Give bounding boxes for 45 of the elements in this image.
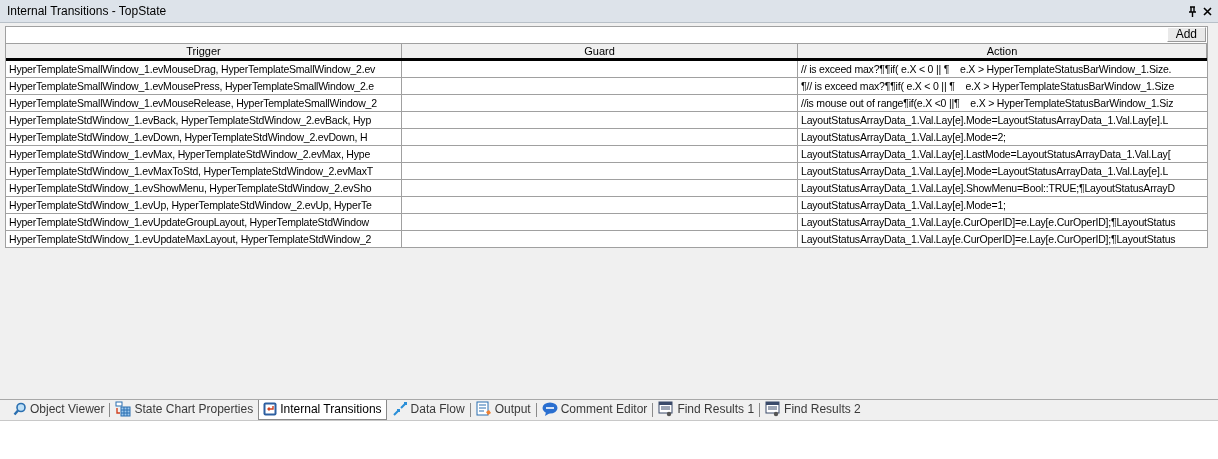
column-header[interactable]: Trigger — [6, 44, 402, 58]
tab[interactable]: Find Results 2 — [760, 399, 866, 420]
tab[interactable]: Internal Transitions — [258, 399, 387, 420]
table-cell: HyperTemplateStdWindow_1.evUp, HyperTemplateStdWindow_2.evUp, HyperTe — [6, 197, 402, 213]
table-cell-text: ¶// is exceed max?¶¶if( e.X < 0 || ¶ e.X > HyperTemplateStatusBarWindow_1.Size — [800, 79, 1176, 94]
table-cell-text: LayoutStatusArrayData_1.Val.Lay[e.CurOperID]=e.Lay[e.CurOperID];¶LayoutStatus — [800, 215, 1177, 230]
table-cell: HyperTemplateSmallWindow_1.evMousePress, HyperTemplateSmallWindow_2.e — [6, 78, 402, 94]
table-cell-text: LayoutStatusArrayData_1.Val.Lay[e].Mode=2; — [800, 130, 1007, 145]
window-icon — [765, 401, 782, 417]
table-cell: HyperTemplateSmallWindow_1.evMouseRelease, HyperTemplateSmallWindow_2 — [6, 95, 402, 111]
return-icon — [263, 402, 278, 416]
table-cell-text: LayoutStatusArrayData_1.Val.Lay[e].Mode=LayoutStatusArrayData_1.Val.Lay[e].L — [800, 113, 1169, 128]
table-cell-text: LayoutStatusArrayData_1.Val.Lay[e].ShowMenu=Bool::TRUE;¶LayoutStatusArrayD — [800, 181, 1176, 196]
table-cell: HyperTemplateStdWindow_1.evShowMenu, HyperTemplateStdWindow_2.evSho — [6, 180, 402, 196]
table-cell-text: LayoutStatusArrayData_1.Val.Lay[e].Mode=1; — [800, 198, 1007, 213]
table-cell: HyperTemplateStdWindow_1.evBack, HyperTemplateStdWindow_2.evBack, Hyp — [6, 112, 402, 128]
table-cell-text: LayoutStatusArrayData_1.Val.Lay[e.CurOperID]=e.Lay[e.CurOperID];¶LayoutStatus — [800, 232, 1177, 247]
table-cell: HyperTemplateStdWindow_1.evDown, HyperTemplateStdWindow_2.evDown, H — [6, 129, 402, 145]
table-cell-text: LayoutStatusArrayData_1.Val.Lay[e].Mode=LayoutStatusArrayData_1.Val.Lay[e].L — [800, 164, 1169, 179]
tab[interactable]: State Chart Properties — [110, 399, 259, 420]
add-button[interactable]: Add — [1166, 27, 1206, 42]
column-header[interactable]: Action — [798, 44, 1207, 58]
tab[interactable]: Find Results 1 — [653, 399, 760, 420]
window-icon — [658, 401, 675, 417]
table-cell-text: //is mouse out of range¶if(e.X <0 ||¶ e.X > HyperTemplateStatusBarWindow_1.Siz — [800, 96, 1175, 111]
pin-icon[interactable] — [1188, 5, 1197, 17]
tab[interactable]: Output — [470, 399, 536, 420]
search-icon — [13, 402, 27, 416]
column-header[interactable]: Guard — [402, 44, 798, 58]
table-cell: HyperTemplateSmallWindow_1.evMouseDrag, HyperTemplateSmallWindow_2.ev — [6, 61, 402, 77]
close-icon[interactable] — [1203, 6, 1212, 16]
tab[interactable]: Object Viewer — [8, 399, 110, 420]
tab[interactable]: Data Flow — [386, 399, 470, 420]
table-cell-text: LayoutStatusArrayData_1.Val.Lay[e].LastMode=LayoutStatusArrayData_1.Val.Lay[ — [800, 147, 1172, 162]
table-cell: HyperTemplateStdWindow_1.evMaxToStd, HyperTemplateStdWindow_2.evMaxT — [6, 163, 402, 179]
window-title: Internal Transitions - TopState — [7, 4, 167, 18]
table-cell: HyperTemplateStdWindow_1.evMax, HyperTemplateStdWindow_2.evMax, Hype — [6, 146, 402, 162]
arrows-icon — [391, 401, 408, 417]
tab[interactable]: Comment Editor — [536, 399, 653, 420]
grid-icon — [115, 401, 132, 417]
table-cell: HyperTemplateStdWindow_1.evUpdateMaxLayout, HyperTemplateStdWindow_2 — [6, 231, 402, 247]
list-icon — [475, 401, 492, 417]
table-cell-text: // is exceed max?¶¶if( e.X < 0 || ¶ e.X > HyperTemplateStatusBarWindow_1.Size. — [800, 62, 1173, 77]
speech-bubble-icon — [541, 402, 558, 416]
table-cell: HyperTemplateStdWindow_1.evUpdateGroupLayout, HyperTemplateStdWindow — [6, 214, 402, 230]
